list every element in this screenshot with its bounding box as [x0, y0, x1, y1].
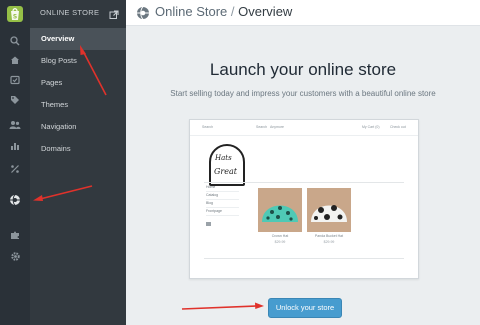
reports-icon[interactable] [7, 138, 23, 154]
preview-search-box: Search [202, 125, 214, 129]
annotation-arrow-unlock [181, 302, 264, 310]
shopify-logo-icon[interactable]: S [7, 6, 23, 22]
preview-menu-divider [206, 199, 239, 200]
preview-menu-item: Blog [206, 201, 214, 205]
breadcrumb-online-store[interactable]: Online Store [155, 4, 227, 19]
preview-product-image [258, 188, 302, 232]
preview-navbar: Search Search Anymore My Cart (0) Check … [190, 120, 418, 136]
breadcrumb-current: Overview [238, 4, 293, 19]
preview-product-price: $29.99 [323, 240, 335, 244]
preview-cart-link: My Cart (0) [362, 125, 380, 129]
preview-logo-text: Great [214, 167, 237, 176]
breadcrumb-separator: / [230, 4, 235, 19]
products-icon[interactable] [7, 92, 23, 108]
preview-logo-text: Hats [215, 154, 232, 162]
preview-store-logo: Hats Great [209, 144, 245, 186]
unlock-store-button[interactable]: Unlock your store [268, 298, 342, 318]
preview-product-price: $29.99 [274, 240, 286, 244]
preview-menu-item: Frontpage [206, 209, 222, 213]
svg-text:S: S [13, 14, 17, 21]
online-store-icon[interactable] [7, 192, 23, 208]
preview-menu-divider [206, 215, 239, 216]
customers-icon[interactable] [7, 117, 23, 133]
preview-footer-divider [204, 258, 404, 259]
preview-menu-divider [206, 207, 239, 208]
page-title: Online Store / Overview [155, 4, 292, 19]
sidebar-item-domains[interactable]: Domains [30, 138, 126, 160]
preview-nav-link: Anymore [270, 125, 285, 129]
sidebar-item-navigation[interactable]: Navigation [30, 116, 126, 138]
page-header: Online Store / Overview [126, 0, 480, 26]
sidebar-item-overview[interactable]: Overview [30, 28, 126, 50]
online-store-sidebar: ONLINE STORE Overview Blog Posts Pages T… [30, 0, 126, 325]
sidebar-item-themes[interactable]: Themes [30, 94, 126, 116]
search-icon[interactable] [7, 33, 23, 49]
sidebar-header: ONLINE STORE [30, 0, 126, 26]
apps-icon[interactable] [7, 227, 23, 243]
preview-menu-divider [206, 191, 239, 192]
settings-icon[interactable] [7, 248, 23, 264]
launch-headline: Launch your online store [209, 60, 397, 79]
preview-menu-item: Home [206, 185, 216, 189]
preview-checkout-link: Check out [390, 125, 406, 129]
external-link-icon[interactable] [109, 7, 119, 19]
globe-icon [136, 6, 150, 20]
sidebar-item-blog-posts[interactable]: Blog Posts [30, 50, 126, 72]
preview-divider [204, 182, 404, 183]
launch-subline: Start selling today and impress your cus… [170, 89, 436, 98]
sidebar-title: ONLINE STORE [40, 8, 100, 17]
preview-product-name: Crown Hat [271, 234, 289, 238]
preview-nav-link: Search [256, 125, 268, 129]
discounts-icon[interactable] [7, 161, 23, 177]
preview-product-name: Panda Bucket Hat [314, 234, 344, 238]
store-preview-image: Search Search Anymore My Cart (0) Check … [189, 119, 419, 279]
orders-icon[interactable] [7, 72, 23, 88]
icon-rail: S [0, 0, 30, 325]
preview-menu-item: Catalog [206, 193, 219, 197]
preview-product-image [307, 188, 351, 232]
preview-cart-icon [206, 222, 211, 226]
sidebar-item-pages[interactable]: Pages [30, 72, 126, 94]
home-icon[interactable] [7, 52, 23, 68]
